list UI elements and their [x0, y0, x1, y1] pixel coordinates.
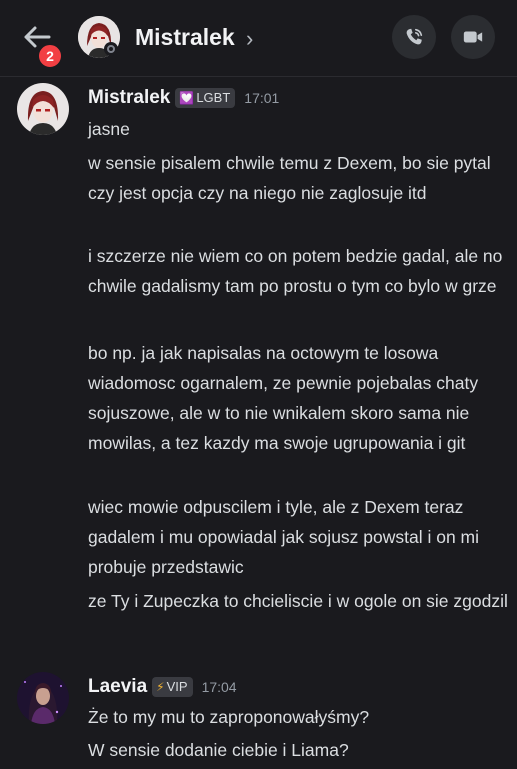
username[interactable]: Laevia — [88, 676, 147, 697]
message-text: i szczerze nie wiem co on potem bedzie g… — [88, 246, 503, 296]
avatar[interactable] — [17, 672, 69, 724]
chat-header: 2 Mistralek › — [0, 0, 517, 77]
back-button[interactable]: 2 — [20, 20, 64, 70]
message-text: Że to my mu to zaproponowałyśmy? — [88, 707, 370, 727]
video-camera-icon — [463, 31, 483, 43]
message-header: Laevia ⚡ VIP 17:04 — [88, 676, 237, 700]
avatar[interactable] — [17, 83, 69, 135]
message-text: ze Ty i Zupeczka to chcieliscie i w ogol… — [88, 591, 508, 611]
timestamp: 17:01 — [244, 90, 280, 106]
message-text: w sensie pisalem chwile temu z Dexem, bo… — [88, 153, 491, 203]
role-tag: ⚡ VIP — [152, 677, 193, 697]
heart-icon: 💟 — [179, 91, 195, 105]
message-header: Mistralek 💟 LGBT 17:01 — [88, 87, 279, 111]
status-indicator — [104, 42, 118, 56]
message-text: W sensie dodanie ciebie i Liama? — [88, 740, 349, 760]
lightning-icon: ⚡ — [156, 680, 165, 694]
unread-badge: 2 — [36, 42, 64, 70]
message-text: wiec mowie odpuscilem i tyle, ale z Dexe… — [88, 497, 480, 577]
phone-icon — [406, 28, 423, 45]
message-text: jasne — [88, 119, 130, 139]
chevron-right-icon[interactable]: › — [246, 26, 253, 52]
voice-call-button[interactable] — [392, 15, 436, 59]
message-text: bo np. ja jak napisalas na octowym te lo… — [88, 343, 479, 453]
video-call-button[interactable] — [451, 15, 495, 59]
channel-name[interactable]: Mistralek — [135, 24, 235, 51]
timestamp: 17:04 — [201, 679, 237, 695]
username[interactable]: Mistralek — [88, 87, 170, 108]
role-tag: 💟 LGBT — [175, 88, 236, 108]
